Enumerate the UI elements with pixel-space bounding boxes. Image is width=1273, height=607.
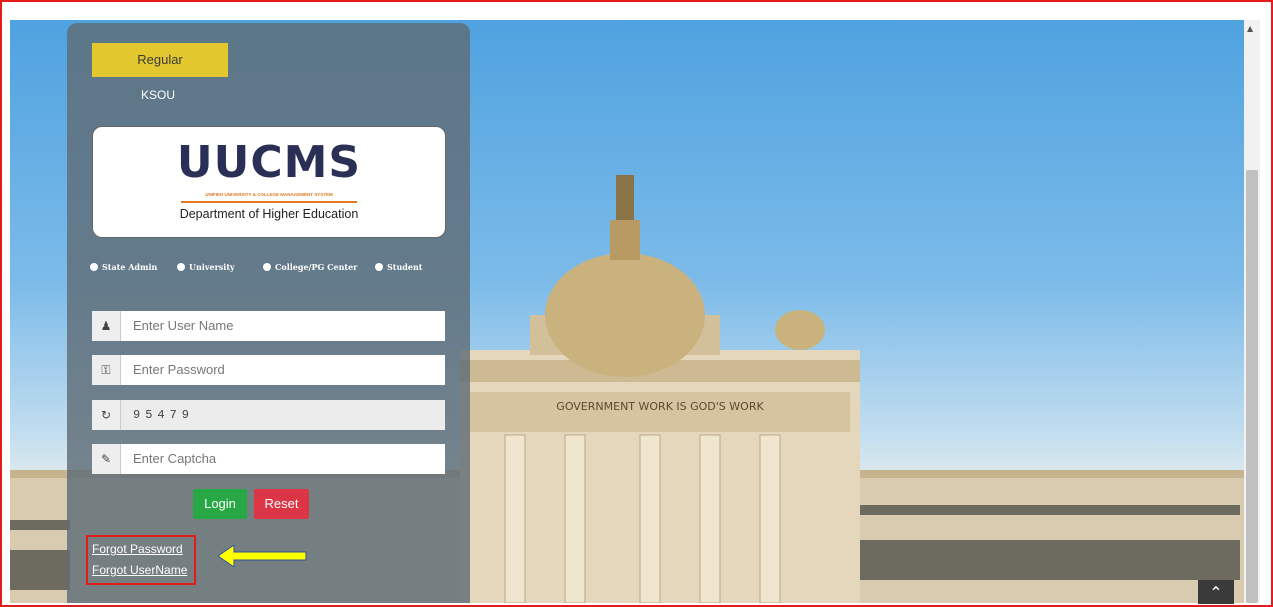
uucms-logo: UUCMS UNIFIED UNIVERSITY & COLLEGE MANAG… bbox=[92, 126, 446, 238]
dome bbox=[545, 253, 705, 377]
emblem bbox=[616, 175, 634, 220]
role-label: College/PG Center bbox=[275, 262, 358, 272]
logo-brand: UUCMS bbox=[176, 137, 362, 188]
role-selector: State Admin University College/PG Center… bbox=[90, 262, 450, 276]
back-to-top-button[interactable]: ⌃ bbox=[1198, 580, 1234, 604]
captcha-placeholder: Enter Captcha bbox=[133, 451, 217, 466]
username-field[interactable]: ♟ Enter User Name bbox=[92, 311, 445, 341]
key-icon: ⚿ bbox=[92, 355, 121, 385]
yellow-arrow-icon bbox=[218, 545, 307, 567]
edit-icon: ✎ bbox=[92, 444, 121, 474]
forgot-username-link[interactable]: Forgot UserName bbox=[92, 563, 187, 577]
logo-tagline: UNIFIED UNIVERSITY & COLLEGE MANAGEMENT … bbox=[205, 192, 333, 197]
captcha-display: ↻ 95479 bbox=[92, 400, 445, 430]
role-university[interactable]: University bbox=[177, 262, 235, 272]
username-placeholder: Enter User Name bbox=[133, 318, 234, 333]
scrollbar-thumb[interactable] bbox=[1246, 170, 1258, 603]
radio-icon bbox=[375, 263, 383, 271]
reset-button[interactable]: Reset bbox=[254, 489, 309, 519]
radio-icon bbox=[177, 263, 185, 271]
refresh-icon[interactable]: ↻ bbox=[92, 400, 121, 430]
dome-lantern bbox=[610, 220, 640, 260]
logo-divider bbox=[181, 201, 357, 203]
role-college-pg-center[interactable]: College/PG Center bbox=[263, 262, 357, 272]
captcha-input[interactable]: ✎ Enter Captcha bbox=[92, 444, 445, 474]
inscription-text: GOVERNMENT WORK IS GOD'S WORK bbox=[556, 400, 764, 413]
captcha-code: 95479 bbox=[133, 408, 195, 422]
radio-icon bbox=[263, 263, 271, 271]
password-field[interactable]: ⚿ Enter Password bbox=[92, 355, 445, 385]
radio-icon bbox=[90, 263, 98, 271]
scroll-up-arrow-icon[interactable]: ▲ bbox=[1247, 24, 1253, 33]
role-state-admin[interactable]: State Admin bbox=[90, 262, 157, 272]
forgot-password-link[interactable]: Forgot Password bbox=[92, 542, 183, 556]
small-dome bbox=[775, 310, 825, 350]
role-student[interactable]: Student bbox=[375, 262, 422, 272]
tab-regular[interactable]: Regular bbox=[92, 43, 228, 77]
role-label: Student bbox=[387, 262, 423, 272]
tab-ksou[interactable]: KSOU bbox=[138, 88, 178, 106]
chevron-up-icon: ⌃ bbox=[1209, 583, 1223, 602]
login-button[interactable]: Login bbox=[193, 489, 247, 519]
user-icon: ♟ bbox=[92, 311, 121, 341]
role-label: University bbox=[189, 262, 235, 272]
logo-department: Department of Higher Education bbox=[179, 207, 359, 221]
password-placeholder: Enter Password bbox=[133, 362, 225, 377]
role-label: State Admin bbox=[102, 262, 158, 272]
